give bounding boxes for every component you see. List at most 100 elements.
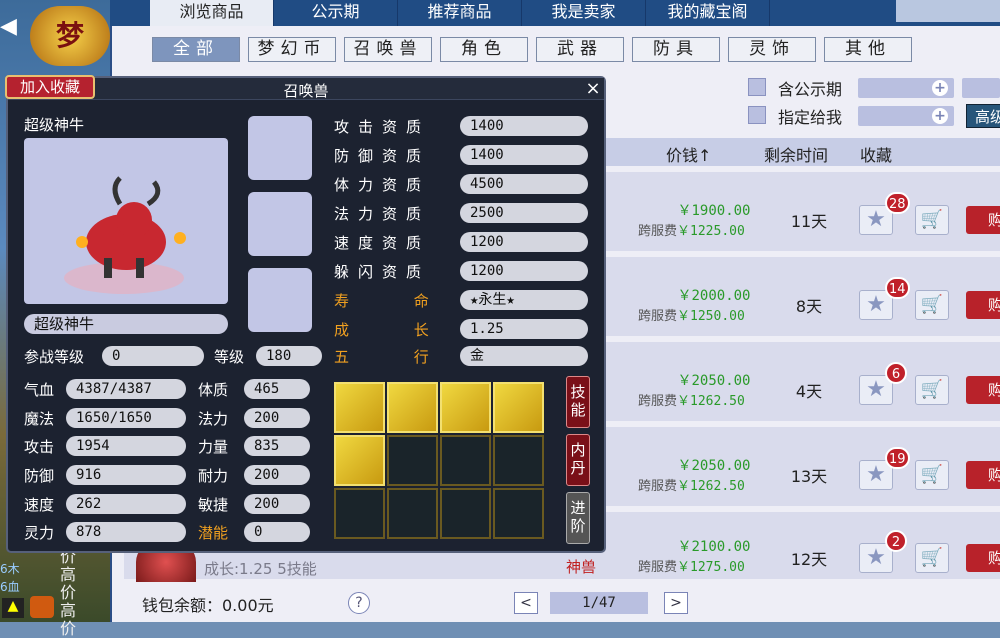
buy-button[interactable]: 购 xyxy=(966,376,1000,404)
stat-label: 灵力 xyxy=(24,524,55,542)
advance-tab-button[interactable]: 进阶 xyxy=(566,492,590,544)
cart-button[interactable]: 🛒 xyxy=(915,205,949,235)
element-label: 五 行 xyxy=(334,348,429,366)
cart-button[interactable]: 🛒 xyxy=(915,543,949,573)
star-icon: ★ xyxy=(866,545,886,570)
empty-skill-slot xyxy=(440,488,491,539)
game-logo: 梦 xyxy=(30,6,110,66)
favorite-count-badge: 19 xyxy=(885,447,910,469)
buy-button[interactable]: 购 xyxy=(966,206,1000,234)
star-icon: ★ xyxy=(866,292,886,317)
battle-level-label: 参战等级 xyxy=(24,348,85,366)
empty-skill-slot xyxy=(334,488,385,539)
tab-browse[interactable]: 浏览商品 xyxy=(150,0,274,26)
aptitude-value: 2500 xyxy=(460,203,588,223)
close-icon[interactable]: × xyxy=(583,78,603,100)
tab-my-treasure[interactable]: 我的藏宝阁 xyxy=(646,0,770,26)
fee-value: ￥1262.50 xyxy=(677,479,745,494)
left-side-text: 6木 xyxy=(0,562,20,576)
page-indicator[interactable]: 1/47 xyxy=(550,592,648,614)
tab-bar: 浏览商品 公示期 推荐商品 我是卖家 我的藏宝阁 xyxy=(110,0,1000,26)
buy-button[interactable]: 购 xyxy=(966,544,1000,572)
pet-name-field[interactable]: 超级神牛 xyxy=(24,314,228,334)
aptitude-label: 攻击资质 xyxy=(334,118,431,136)
advanced-search-button[interactable]: 高级 xyxy=(966,104,1000,128)
aptitude-value: 1400 xyxy=(460,145,588,165)
tab-seller[interactable]: 我是卖家 xyxy=(522,0,646,26)
equip-slot-armor[interactable] xyxy=(248,268,312,332)
category-weapon[interactable]: 武器 xyxy=(536,37,624,62)
fee-value: ￥1250.00 xyxy=(677,309,745,324)
category-all[interactable]: 全部 xyxy=(152,37,240,62)
stat-label: 速度 xyxy=(24,496,55,514)
tab-public[interactable]: 公示期 xyxy=(274,0,398,26)
favorite-count-badge: 2 xyxy=(885,530,907,552)
cart-icon: 🛒 xyxy=(920,294,944,315)
public-period-label: 含公示期 xyxy=(778,80,843,99)
assign-to-me-checkbox[interactable] xyxy=(748,106,766,124)
stat-label: 攻击 xyxy=(24,438,55,456)
left-label: 高价 xyxy=(60,565,77,602)
stat-label: 魔法 xyxy=(24,410,55,428)
fee-value: ￥1275.00 xyxy=(677,560,745,575)
stat-value: 200 xyxy=(244,494,310,514)
fee-value: ￥1225.00 xyxy=(677,224,745,239)
skill-arc-icon[interactable] xyxy=(387,382,438,433)
inner-core-tab-button[interactable]: 内丹 xyxy=(566,434,590,486)
empty-skill-slot xyxy=(493,435,544,486)
category-pet[interactable]: 召唤兽 xyxy=(344,37,432,62)
public-period-checkbox[interactable] xyxy=(748,78,766,96)
cart-button[interactable]: 🛒 xyxy=(915,290,949,320)
life-value: ★永生★ xyxy=(460,290,588,310)
cart-button[interactable]: 🛒 xyxy=(915,375,949,405)
fee-label: 跨服费 xyxy=(638,394,678,409)
stat-value: 4387/4387 xyxy=(66,379,186,399)
skill-blades-icon[interactable] xyxy=(334,435,385,486)
aptitude-label: 体力资质 xyxy=(334,176,431,194)
skills-tab-button[interactable]: 技能 xyxy=(566,376,590,428)
cart-button[interactable]: 🛒 xyxy=(915,460,949,490)
prev-page-button[interactable]: < xyxy=(514,592,538,614)
skill-sword-icon[interactable] xyxy=(334,382,385,433)
up-arrow-icon[interactable]: ▲ xyxy=(2,598,24,618)
growth-label: 成 长 xyxy=(334,321,429,339)
help-icon[interactable]: ? xyxy=(348,592,370,614)
bird-icon[interactable] xyxy=(30,596,54,618)
filter-select-2[interactable] xyxy=(962,78,1000,98)
stat-label: 法力 xyxy=(198,410,229,428)
element-value: 金 xyxy=(460,346,588,366)
remaining-days: 4天 xyxy=(795,382,823,401)
empty-skill-slot xyxy=(493,488,544,539)
category-other[interactable]: 其他 xyxy=(824,37,912,62)
back-arrow-icon[interactable]: ◀ xyxy=(0,14,22,44)
equip-slot-collar[interactable] xyxy=(248,192,312,256)
plus-icon[interactable]: + xyxy=(932,80,948,96)
stat-value: 878 xyxy=(66,522,186,542)
stat-label: 防御 xyxy=(24,467,55,485)
favorite-count-badge: 14 xyxy=(885,277,910,299)
stat-value: 262 xyxy=(66,494,186,514)
stat-value: 200 xyxy=(244,408,310,428)
aptitude-label: 法力资质 xyxy=(334,205,431,223)
next-page-button[interactable]: > xyxy=(664,592,688,614)
fee-value: ￥1262.50 xyxy=(677,394,745,409)
stat-label: 气血 xyxy=(24,381,55,399)
buy-button[interactable]: 购 xyxy=(966,291,1000,319)
remaining-days: 12天 xyxy=(790,550,828,569)
price: ￥2050.00 xyxy=(677,458,751,474)
category-role[interactable]: 角色 xyxy=(440,37,528,62)
equip-slot-helmet[interactable] xyxy=(248,116,312,180)
category-coin[interactable]: 梦幻币 xyxy=(248,37,336,62)
category-accessory[interactable]: 灵饰 xyxy=(728,37,816,62)
category-armor[interactable]: 防具 xyxy=(632,37,720,62)
fee-label: 跨服费 xyxy=(638,309,678,324)
buy-button[interactable]: 购 xyxy=(966,461,1000,489)
skill-figure-icon[interactable] xyxy=(440,382,491,433)
plus-icon[interactable]: + xyxy=(932,108,948,124)
tab-recommend[interactable]: 推荐商品 xyxy=(398,0,522,26)
add-favorite-button[interactable]: 加入收藏 xyxy=(5,75,95,99)
sort-price-header[interactable]: 价钱↑ xyxy=(666,142,711,166)
skill-axe-icon[interactable] xyxy=(493,382,544,433)
tab-bar-spacer xyxy=(896,0,1000,22)
cart-icon: 🛒 xyxy=(920,547,944,568)
